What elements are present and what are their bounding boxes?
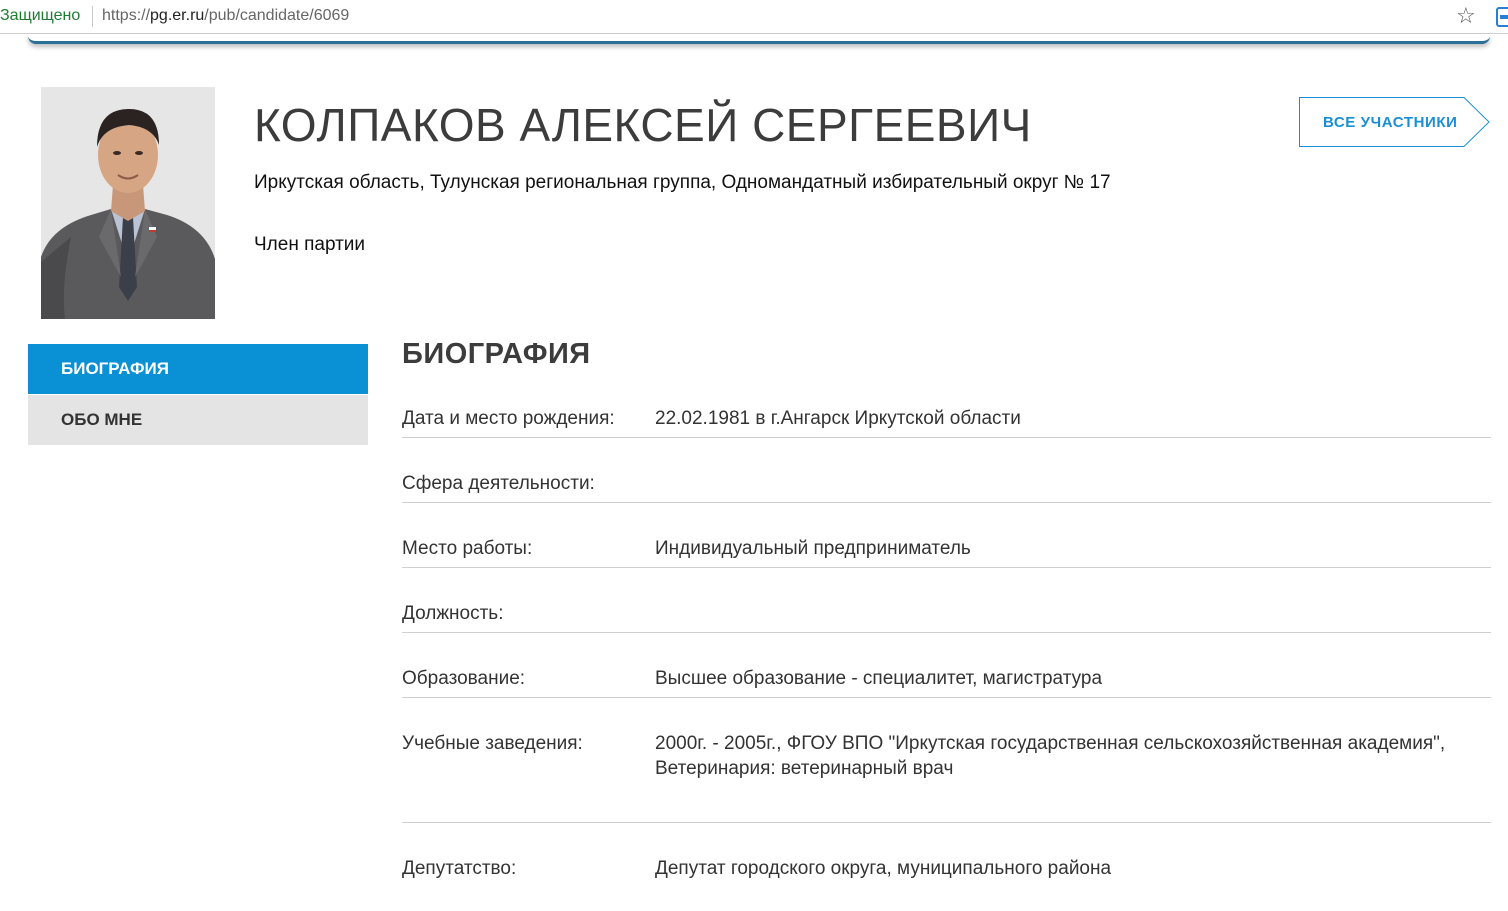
- candidate-region: Иркутская область, Тулунская региональна…: [254, 172, 1111, 193]
- url-prefix: https://: [102, 7, 151, 24]
- bio-label: Учебные заведения:: [402, 733, 583, 754]
- bio-row-institutions: Учебные заведения: 2000г. - 2005г., ФГОУ…: [402, 731, 1491, 823]
- party-status: Член партии: [254, 234, 366, 255]
- site-header-bar: [28, 34, 1490, 44]
- bio-row-birth: Дата и место рождения: 22.02.1981 в г.Ан…: [402, 406, 1491, 438]
- url-field[interactable]: https://pg.er.ru/pub/candidate/6069: [102, 7, 349, 25]
- bio-value: 2000г. - 2005г., ФГОУ ВПО "Иркутская гос…: [655, 733, 1446, 779]
- bio-value: Высшее образование - специалитет, магист…: [655, 668, 1103, 689]
- bio-row-activity: Сфера деятельности:: [402, 471, 1491, 503]
- bio-label: Должность:: [402, 603, 504, 624]
- bio-label: Место работы:: [402, 538, 533, 559]
- bio-row-education: Образование: Высшее образование - специа…: [402, 666, 1491, 698]
- bio-value: Индивидуальный предприниматель: [655, 538, 971, 559]
- bio-value: 22.02.1981 в г.Ангарск Иркутской области: [655, 408, 1021, 429]
- address-bar-separator: [92, 6, 93, 27]
- url-path: /pub/candidate/6069: [204, 7, 350, 24]
- bio-row-workplace: Место работы: Индивидуальный предпринима…: [402, 536, 1491, 568]
- browser-address-bar: Защищено https://pg.er.ru/pub/candidate/…: [0, 0, 1508, 34]
- tab-about-me[interactable]: ОБО МНЕ: [28, 395, 368, 445]
- candidate-name: КОЛПАКОВ АЛЕКСЕЙ СЕРГЕЕВИЧ: [254, 99, 1032, 151]
- biography-title: БИОГРАФИЯ: [402, 338, 591, 370]
- bio-label: Депутатство:: [402, 858, 517, 879]
- secure-label[interactable]: Защищено: [0, 7, 80, 25]
- extension-icon[interactable]: [1496, 7, 1508, 27]
- url-host: pg.er.ru: [150, 7, 205, 24]
- bio-value: Депутат городского округа, муниципальног…: [655, 858, 1112, 879]
- bio-label: Сфера деятельности:: [402, 473, 595, 494]
- bio-row-deputy: Депутатство: Депутат городского округа, …: [402, 856, 1491, 888]
- tab-biography[interactable]: БИОГРАФИЯ: [28, 344, 368, 394]
- all-participants-button[interactable]: ВСЕ УЧАСТНИКИ: [1299, 97, 1491, 147]
- bio-label: Дата и место рождения:: [402, 408, 615, 429]
- candidate-photo: [41, 87, 215, 319]
- bio-label: Образование:: [402, 668, 526, 689]
- bookmark-star-icon[interactable]: ☆: [1456, 4, 1476, 28]
- all-participants-label: ВСЕ УЧАСТНИКИ: [1323, 114, 1458, 131]
- bio-row-position: Должность:: [402, 601, 1491, 633]
